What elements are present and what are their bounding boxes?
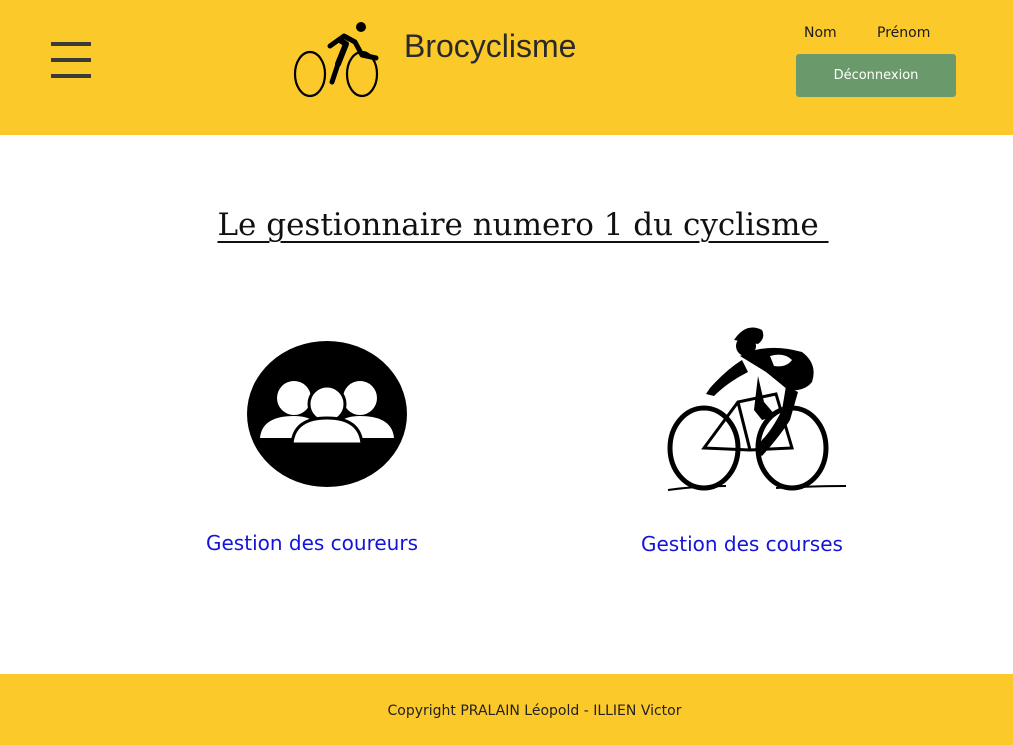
cyclist-logo-icon[interactable] <box>292 20 384 100</box>
group-users-icon[interactable] <box>246 340 408 488</box>
user-first-name: Prénom <box>877 25 931 41</box>
site-header: Brocyclisme Nom Prénom Déconnexion <box>0 0 1013 135</box>
racing-cyclist-icon[interactable] <box>666 320 852 494</box>
brand-name: Brocyclisme <box>404 28 577 64</box>
menu-bar <box>51 42 91 46</box>
logout-button[interactable]: Déconnexion <box>796 54 956 97</box>
user-last-name: Nom <box>804 25 837 41</box>
page-title: Le gestionnaire numero 1 du cyclisme <box>217 207 829 243</box>
menu-bar <box>51 58 91 62</box>
copyright-text: Copyright PRALAIN Léopold - ILLIEN Victo… <box>387 703 682 719</box>
site-footer: Copyright PRALAIN Léopold - ILLIEN Victo… <box>0 674 1013 745</box>
races-management-link[interactable]: Gestion des courses <box>641 531 843 557</box>
riders-management-link[interactable]: Gestion des coureurs <box>206 530 418 556</box>
menu-bar <box>51 74 91 78</box>
hamburger-menu-icon[interactable] <box>51 42 91 78</box>
